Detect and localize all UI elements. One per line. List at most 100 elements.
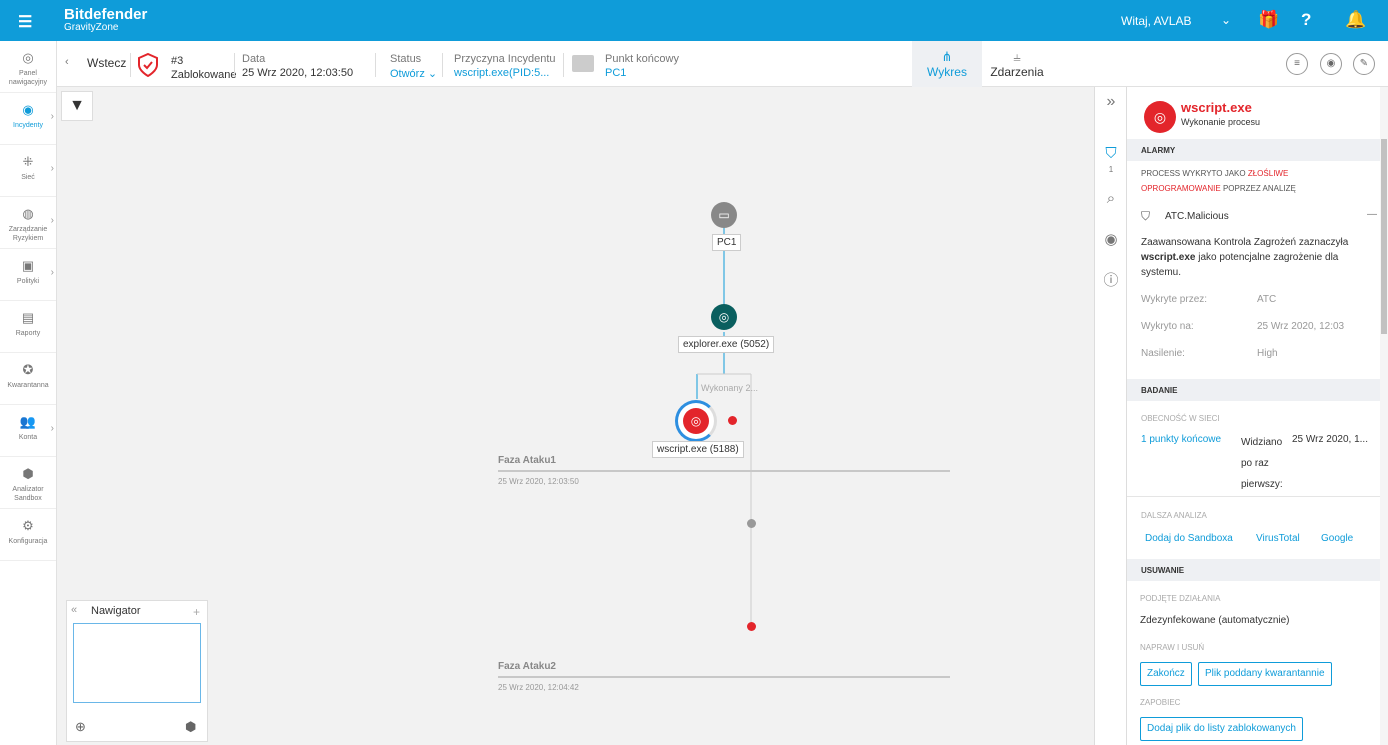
sidebar-item-sandbox[interactable]: ⬢ Analizator Sandbox bbox=[0, 457, 56, 509]
fit-screen-icon[interactable]: ⊕ bbox=[75, 719, 86, 735]
sidebar-item-label: Panel nawigacyjny bbox=[8, 70, 48, 86]
product-name: GravityZone bbox=[64, 22, 119, 33]
wscript-node-label[interactable]: wscript.exe (5188) bbox=[652, 441, 744, 458]
chevron-right-icon: › bbox=[50, 163, 54, 174]
navigator-viewport[interactable] bbox=[73, 623, 201, 703]
back-chevron-icon[interactable]: ‹ bbox=[65, 56, 69, 68]
remove-header: USUWANIE bbox=[1127, 559, 1380, 581]
scrollbar-thumb[interactable] bbox=[1381, 139, 1387, 334]
cube-icon[interactable]: ⬢ bbox=[185, 719, 196, 735]
severity-label: Nasilenie: bbox=[1141, 348, 1185, 359]
prevent-label: ZAPOBIEC bbox=[1140, 698, 1181, 707]
panel-scrollbar[interactable] bbox=[1380, 87, 1388, 745]
menu-toggle-icon[interactable]: ☰ bbox=[18, 12, 32, 32]
shield-alert-icon[interactable]: ⛉ bbox=[1095, 145, 1127, 162]
blocklist-button[interactable]: Dodaj plik do listy zablokowanych bbox=[1140, 717, 1303, 741]
edge-label: Wykonany 2... bbox=[701, 383, 758, 393]
eye-icon[interactable]: ◉ bbox=[1095, 230, 1127, 248]
alarm-name: ATC.Malicious bbox=[1165, 211, 1229, 222]
further-analysis-label: DALSZA ANALIZA bbox=[1141, 511, 1207, 520]
divider bbox=[1127, 496, 1380, 497]
panel-tabs: » ⛉ 1 ⌕ ◉ ⓘ bbox=[1094, 87, 1127, 745]
tab-graph[interactable]: ⋔ Wykres bbox=[912, 41, 982, 87]
collapse-alarm-icon[interactable]: — bbox=[1367, 207, 1377, 222]
sidebar-item-reports[interactable]: ▤ Raporty bbox=[0, 301, 56, 353]
reports-icon: ▤ bbox=[21, 310, 35, 325]
pc-node[interactable]: ▭ bbox=[711, 202, 737, 228]
sidebar-item-accounts[interactable]: 👥 Konta › bbox=[0, 405, 56, 457]
navigator-title: Nawigator bbox=[91, 605, 141, 617]
alarm-count: 1 bbox=[1108, 165, 1114, 174]
tab-events[interactable]: ⫨ Zdarzenia bbox=[984, 41, 1050, 87]
pc-node-label[interactable]: PC1 bbox=[712, 234, 742, 251]
alarm-text: POPRZEZ ANALIZĘ bbox=[1220, 184, 1296, 193]
date-label: Data bbox=[242, 53, 266, 65]
alarm-text: PROCESS WYKRYTO JAKO bbox=[1141, 169, 1248, 178]
user-greeting[interactable]: Witaj, AVLAB bbox=[1121, 14, 1191, 28]
eye-icon[interactable]: ◉ bbox=[1320, 53, 1342, 75]
sidebar-item-label: Kwarantanna bbox=[7, 382, 49, 389]
sidebar-item-incidents[interactable]: ◉ Incydenty › bbox=[0, 93, 56, 145]
process-icon: ◎ bbox=[690, 414, 702, 428]
top-bar: ☰ Bitdefender GravityZone Witaj, AVLAB ⌄… bbox=[0, 0, 1388, 41]
back-button[interactable]: Wstecz bbox=[87, 56, 126, 70]
collapse-panel-icon[interactable]: » bbox=[1095, 93, 1127, 111]
sidebar-item-label: Konfiguracja bbox=[8, 538, 48, 545]
cause-link[interactable]: wscript.exe(PID:5... bbox=[454, 67, 556, 79]
phase1-title: Faza Ataku1 bbox=[498, 455, 556, 466]
status-label: Status bbox=[390, 53, 422, 65]
investigate-icon[interactable]: ⌕ bbox=[1095, 190, 1127, 207]
events-timeline-icon: ⫨ bbox=[1013, 49, 1021, 64]
detected-by-label: Wykryte przez: bbox=[1141, 294, 1208, 305]
sidebar-item-config[interactable]: ⚙ Konfiguracja bbox=[0, 509, 56, 561]
tab-events-label: Zdarzenia bbox=[990, 65, 1044, 79]
explorer-node[interactable]: ◎ bbox=[711, 304, 737, 330]
policy-icon: ▣ bbox=[21, 258, 35, 273]
info-icon[interactable]: ⓘ bbox=[1095, 269, 1127, 290]
sidebar-item-risk[interactable]: ◍ Zarządzanie Ryzykiem › bbox=[0, 197, 56, 249]
quarantine-button[interactable]: Plik poddany kwarantannie bbox=[1198, 662, 1332, 686]
sidebar-item-label: Raporty bbox=[15, 330, 41, 337]
incident-id: #3 bbox=[171, 55, 184, 67]
sidebar-item-label: Zarządzanie Ryzykiem bbox=[8, 226, 48, 242]
explorer-node-label[interactable]: explorer.exe (5052) bbox=[678, 336, 775, 353]
action-value: Zdezynfekowane (automatycznie) bbox=[1140, 615, 1290, 626]
process-icon: ◎ bbox=[718, 310, 730, 324]
detected-on-label: Wykryto na: bbox=[1141, 321, 1194, 332]
event-dot[interactable] bbox=[747, 519, 756, 528]
sidebar-item-dashboard[interactable]: ◎ Panel nawigacyjny bbox=[0, 41, 56, 93]
sidebar-item-quarantine[interactable]: ✪ Kwarantanna bbox=[0, 353, 56, 405]
endpoints-link[interactable]: 1 punkty końcowe bbox=[1141, 434, 1221, 445]
terminate-button[interactable]: Zakończ bbox=[1140, 662, 1192, 686]
endpoint-link[interactable]: PC1 bbox=[605, 67, 679, 79]
google-link[interactable]: Google bbox=[1321, 533, 1353, 544]
edit-icon[interactable]: ✎ bbox=[1353, 53, 1375, 75]
presence-label: OBECNOŚĆ W SIECI bbox=[1141, 414, 1220, 423]
sidebar-item-network[interactable]: ⁜ Sieć › bbox=[0, 145, 56, 197]
user-menu-chevron-icon[interactable]: ⌄ bbox=[1221, 13, 1231, 27]
status-dropdown[interactable]: Otwórz ⌄ bbox=[390, 67, 437, 80]
sidebar: ◎ Panel nawigacyjny ◉ Incydenty › ⁜ Sieć › ◍ Z… bbox=[0, 41, 57, 745]
chevron-right-icon: › bbox=[50, 423, 54, 434]
alarm-summary: PROCESS WYKRYTO JAKO ZŁOŚLIWE OPROGRAMOW… bbox=[1141, 166, 1366, 196]
config-icon: ⚙ bbox=[22, 518, 34, 533]
plus-icon[interactable]: + bbox=[193, 605, 200, 619]
sidebar-item-policies[interactable]: ▣ Polityki › bbox=[0, 249, 56, 301]
details-panel: ◎ wscript.exe Wykonanie procesu ALARMY P… bbox=[1127, 87, 1388, 745]
incident-header: ‹ Wstecz #3 Zablokowane Data 25 Wrz 2020, … bbox=[57, 41, 1388, 87]
graph-canvas[interactable]: ▼ ▭ PC1 ◎ explorer.exe (5052) Wykonany 2… bbox=[57, 87, 1094, 745]
notes-icon[interactable]: ≡ bbox=[1286, 53, 1308, 75]
gift-icon[interactable]: 🎁 bbox=[1258, 10, 1279, 30]
sidebar-item-label: Konta bbox=[18, 434, 38, 441]
sandbox-link[interactable]: Dodaj do Sandboxa bbox=[1145, 533, 1233, 544]
risk-icon: ◍ bbox=[22, 206, 34, 221]
notifications-bell-icon[interactable]: 🔔 bbox=[1345, 10, 1366, 30]
collapse-icon[interactable]: « bbox=[71, 604, 77, 616]
help-icon[interactable]: ? bbox=[1301, 10, 1311, 30]
alert-dot[interactable] bbox=[728, 416, 737, 425]
alert-dot[interactable] bbox=[747, 622, 756, 631]
graph-edges bbox=[696, 227, 752, 627]
virustotal-link[interactable]: VirusTotal bbox=[1256, 533, 1300, 544]
phase2-date: 25 Wrz 2020, 12:04:42 bbox=[498, 683, 579, 692]
wscript-node[interactable]: ◎ bbox=[683, 408, 709, 434]
